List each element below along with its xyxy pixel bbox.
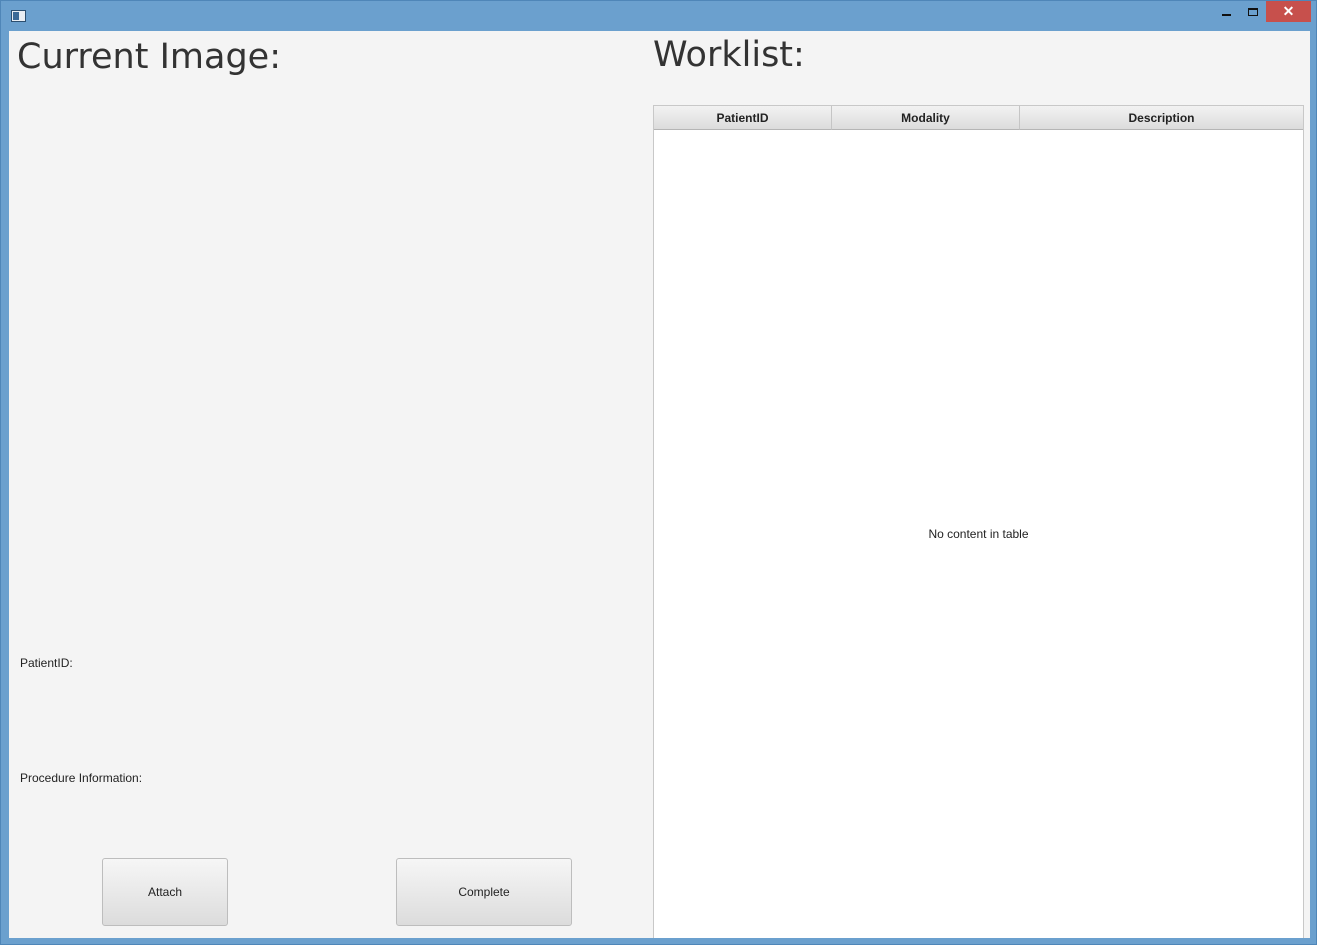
- app-icon[interactable]: [11, 10, 26, 22]
- title-bar[interactable]: ✕: [1, 1, 1316, 31]
- procedure-information-label: Procedure Information:: [20, 771, 143, 785]
- complete-button[interactable]: Complete: [396, 858, 572, 926]
- column-header-modality[interactable]: Modality: [832, 106, 1020, 130]
- patient-id-label: PatientID:: [20, 656, 73, 670]
- minimize-button[interactable]: [1213, 1, 1239, 22]
- column-header-patientid[interactable]: PatientID: [654, 106, 832, 130]
- current-image-title: Current Image:: [17, 37, 281, 77]
- close-icon: ✕: [1282, 3, 1295, 19]
- column-header-description[interactable]: Description: [1020, 106, 1303, 130]
- minimize-icon: [1221, 13, 1231, 16]
- maximize-button[interactable]: [1240, 1, 1266, 22]
- table-header: PatientID Modality Description: [654, 106, 1303, 130]
- table-empty-placeholder: No content in table: [928, 527, 1029, 541]
- worklist-table[interactable]: PatientID Modality Description No conten…: [653, 105, 1304, 938]
- worklist-title: Worklist:: [653, 35, 805, 75]
- maximize-icon: [1248, 7, 1258, 16]
- application-window: ✕ Current Image: PatientID: Procedure In…: [0, 0, 1317, 945]
- attach-button[interactable]: Attach: [102, 858, 228, 926]
- close-button[interactable]: ✕: [1266, 1, 1311, 22]
- client-area: Current Image: PatientID: Procedure Info…: [9, 31, 1310, 938]
